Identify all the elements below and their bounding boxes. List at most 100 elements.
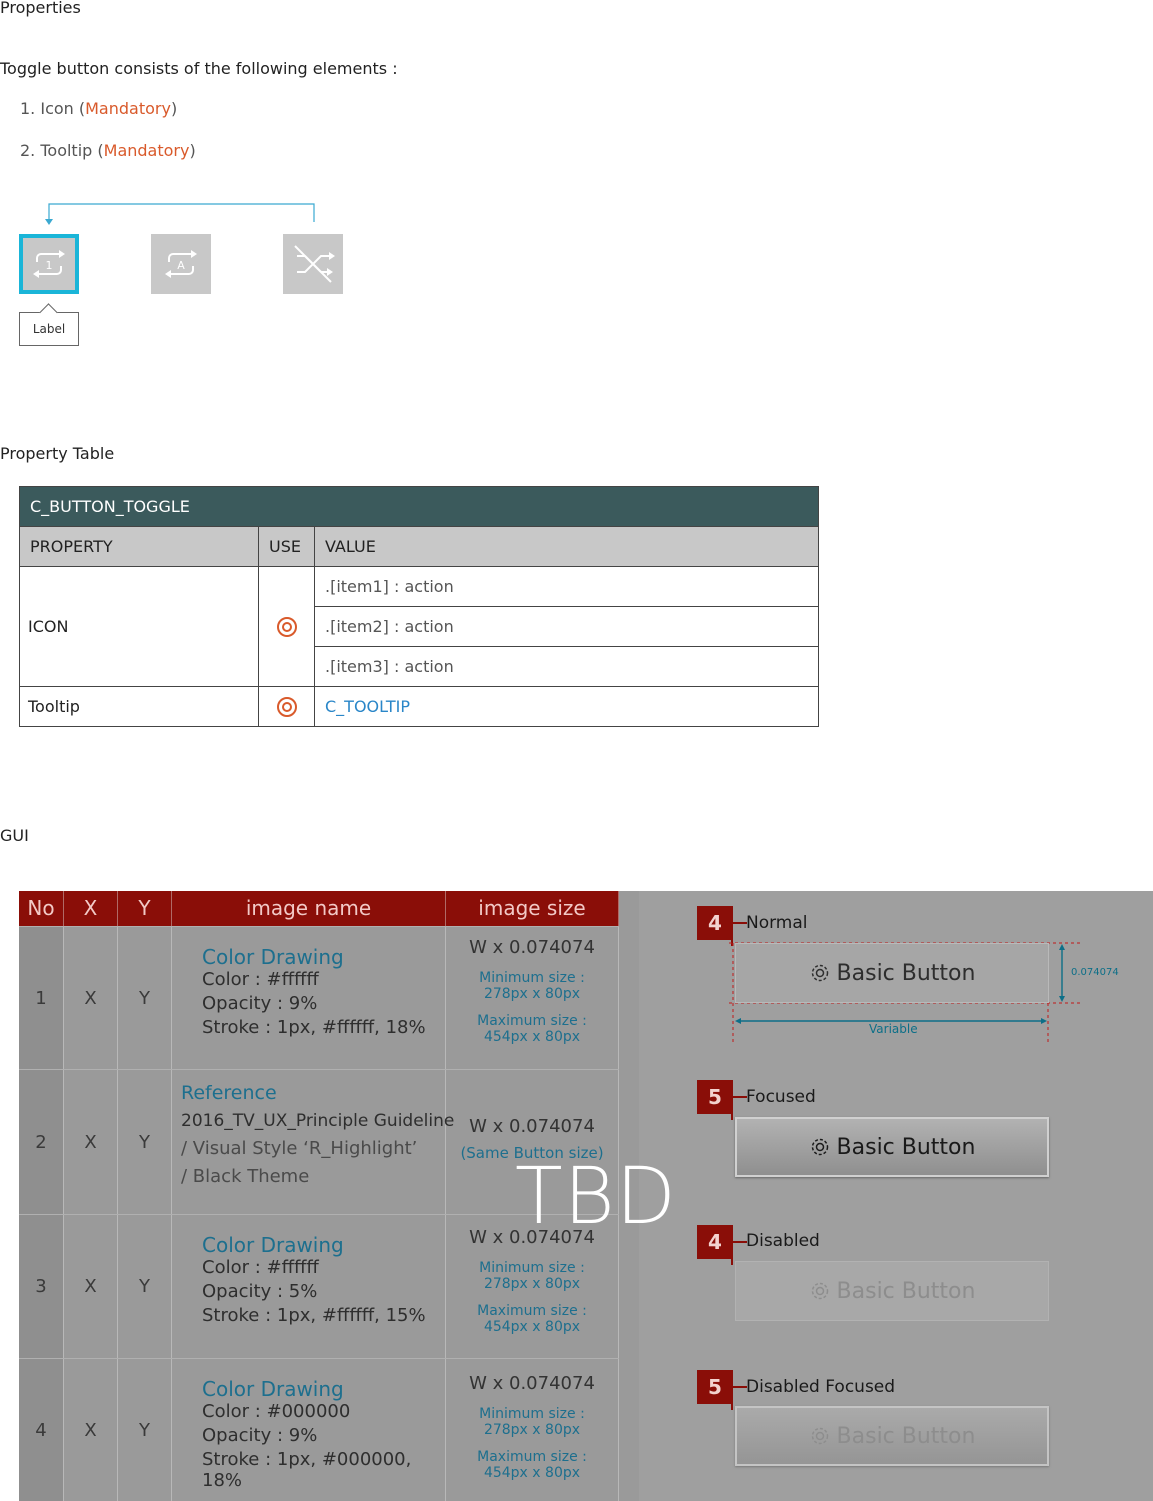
state-badge: 5	[697, 1370, 747, 1410]
table-header-row: PROPERTY USE VALUE	[19, 526, 819, 567]
state-badge: 4	[697, 1225, 747, 1265]
table-row: ICON .[item1] : action	[19, 566, 819, 687]
value-cell: .[item3] : action	[314, 646, 819, 687]
column-header-value: VALUE	[314, 526, 819, 567]
gear-icon	[811, 964, 828, 982]
row-number: 1	[19, 927, 64, 1069]
mandatory-tag: Mandatory	[103, 141, 190, 160]
gui-col-header: image size	[446, 891, 619, 926]
row-y: Y	[118, 927, 172, 1069]
size-note: 454px x 80px	[483, 1465, 581, 1481]
image-name-cell: Reference 2016_TV_UX_Principle Guideline…	[172, 1070, 455, 1214]
toggle-button-repeat-all[interactable]: A	[151, 234, 211, 294]
row-x: X	[64, 1359, 118, 1501]
size-note: Maximum size :	[477, 1303, 587, 1319]
basic-button-focused[interactable]: Basic Button	[735, 1117, 1049, 1177]
shuffle-off-icon	[294, 245, 335, 283]
size-note: Maximum size :	[477, 1449, 587, 1465]
size-note: Maximum size :	[477, 1013, 587, 1029]
size-note: 454px x 80px	[483, 1319, 581, 1335]
button-label: Basic Button	[836, 960, 976, 986]
button-label: Basic Button	[836, 1134, 976, 1160]
basic-button-normal[interactable]: Basic Button	[735, 943, 1049, 1003]
image-size-cell: W x 0.074074 Minimum size : 278px x 80px…	[446, 1359, 619, 1501]
size-note: 278px x 80px	[483, 986, 581, 1002]
gui-col-header: Y	[118, 891, 172, 926]
image-name-cell: Color Drawing Color : #ffffff Opacity : …	[172, 927, 446, 1069]
spec-line: Stroke : 1px, #ffffff, 18%	[202, 1017, 426, 1038]
button-states-panel: 4 Normal 0.074074 Variable Basic Button …	[639, 891, 1153, 1501]
image-name-cell: Color Drawing Color : #000000 Opacity : …	[172, 1359, 446, 1501]
toggle-button-shuffle-off[interactable]	[283, 234, 343, 294]
size-note: Minimum size :	[479, 1260, 585, 1276]
color-drawing-title: Color Drawing	[202, 1377, 344, 1401]
column-header-property: PROPERTY	[19, 526, 259, 567]
image-name-cell: Color Drawing Color : #ffffff Opacity : …	[172, 1215, 446, 1358]
state-label-disabled: Disabled	[746, 1231, 820, 1251]
element-item-label: 1. Icon (	[20, 99, 86, 118]
button-label: Basic Button	[836, 1278, 976, 1304]
use-cell	[258, 566, 315, 687]
element-item-tooltip: 2. Tooltip (Mandatory)	[20, 141, 196, 160]
spec-line: Stroke : 1px, #ffffff, 15%	[202, 1305, 426, 1326]
state-label-normal: Normal	[746, 913, 808, 933]
spec-line: / Visual Style ‘R_Highlight’	[181, 1138, 418, 1159]
row-x: X	[64, 1070, 118, 1214]
svg-text:A: A	[177, 259, 185, 272]
spec-line: Opacity : 5%	[202, 1281, 318, 1302]
row-x: X	[64, 927, 118, 1069]
cycle-arrow-icon	[45, 203, 315, 225]
repeat-all-icon: A	[165, 250, 197, 278]
element-item-suffix: )	[189, 141, 196, 160]
basic-button-disabled: Basic Button	[735, 1261, 1049, 1321]
size-note: Minimum size :	[479, 1406, 585, 1422]
use-cell	[258, 686, 315, 727]
state-badge: 4	[697, 906, 747, 946]
value-cell: .[item1] : action	[314, 566, 819, 607]
color-drawing-title: Color Drawing	[202, 945, 344, 969]
repeat-one-icon: 1	[33, 250, 65, 278]
gear-icon	[811, 1427, 828, 1445]
size-note: Minimum size :	[479, 970, 585, 986]
spec-line: Color : #000000	[202, 1401, 351, 1422]
tooltip-label: Label	[19, 312, 79, 346]
basic-button-disabled-focused: Basic Button	[735, 1406, 1049, 1466]
row-number: 4	[19, 1359, 64, 1501]
size-value: W x 0.074074	[469, 1373, 595, 1394]
spec-line: Opacity : 9%	[202, 1425, 318, 1446]
size-note: 278px x 80px	[483, 1422, 581, 1438]
element-item-suffix: )	[170, 99, 178, 118]
toggle-button-repeat-one[interactable]: 1	[19, 234, 79, 294]
mandatory-tag: Mandatory	[85, 99, 171, 118]
gui-col-header: image name	[172, 891, 446, 926]
state-label-disabled-focused: Disabled Focused	[746, 1377, 896, 1397]
gui-heading: GUI	[0, 826, 29, 845]
row-y: Y	[118, 1215, 172, 1358]
gear-icon	[811, 1138, 828, 1156]
row-number: 3	[19, 1215, 64, 1358]
svg-text:1: 1	[46, 259, 53, 272]
properties-heading: Properties	[0, 0, 81, 17]
state-badge: 5	[697, 1080, 747, 1120]
reference-title: Reference	[181, 1082, 277, 1104]
element-item-label: 2. Tooltip (	[20, 141, 104, 160]
column-header-use: USE	[258, 526, 315, 567]
size-note: 454px x 80px	[483, 1029, 581, 1045]
property-cell: ICON	[19, 566, 259, 687]
width-dimension-label: Variable	[869, 1022, 918, 1036]
table-row: 4 X Y Color Drawing Color : #000000 Opac…	[19, 1358, 619, 1501]
table-title: C_BUTTON_TOGGLE	[19, 486, 819, 527]
spec-line: Opacity : 9%	[202, 993, 318, 1014]
spec-line: 2016_TV_UX_Principle Guideline	[181, 1111, 455, 1131]
size-value: W x 0.074074	[469, 1116, 595, 1137]
gear-icon	[811, 1282, 828, 1300]
tooltip-link[interactable]: C_TOOLTIP	[314, 686, 819, 727]
tooltip-text: Label	[32, 322, 66, 336]
mandatory-circle-icon	[276, 696, 297, 717]
row-y: Y	[118, 1070, 172, 1214]
color-drawing-title: Color Drawing	[202, 1233, 344, 1257]
property-table-heading: Property Table	[0, 444, 115, 463]
spec-line: Color : #ffffff	[202, 969, 319, 990]
table-row: Tooltip C_TOOLTIP	[19, 686, 819, 727]
value-cell: .[item2] : action	[314, 606, 819, 647]
